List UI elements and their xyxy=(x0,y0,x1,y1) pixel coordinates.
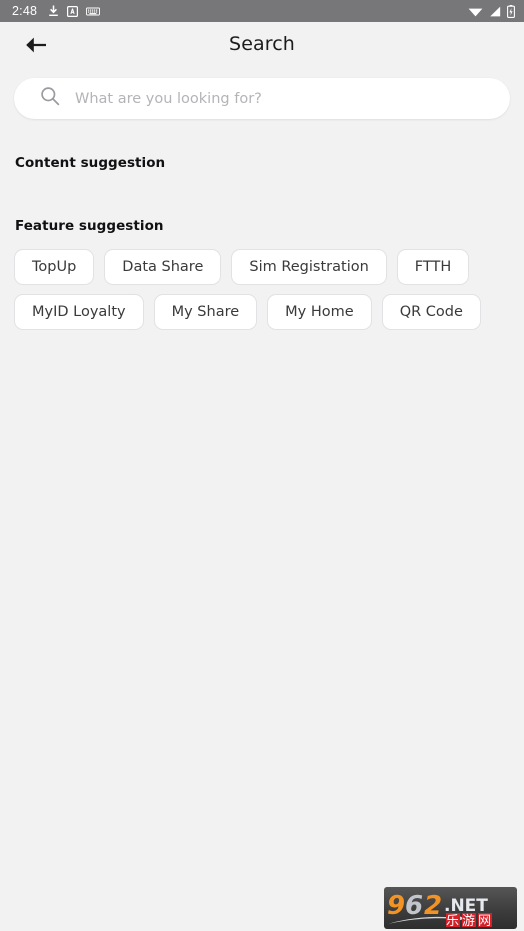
chip-row: TopUp Data Share Sim Registration FTTH xyxy=(14,249,514,285)
app-bar: Search xyxy=(0,22,524,72)
chip-myid-loyalty[interactable]: MyID Loyalty xyxy=(14,294,144,330)
status-left-icon-group xyxy=(48,5,101,17)
search-input[interactable] xyxy=(75,90,475,107)
feature-suggestion-heading: Feature suggestion xyxy=(15,218,164,234)
chip-my-share[interactable]: My Share xyxy=(153,294,258,330)
search-bar[interactable] xyxy=(14,78,510,119)
chip-ftth[interactable]: FTTH xyxy=(396,249,470,285)
watermark-digit-9: 9 xyxy=(387,891,405,921)
search-icon xyxy=(40,86,60,111)
app-screen: 2:48 Search What are you looking for? Co… xyxy=(0,0,524,931)
chip-qr-code[interactable]: QR Code xyxy=(381,294,481,330)
download-icon xyxy=(48,5,59,17)
chip-data-share[interactable]: Data Share xyxy=(104,249,222,285)
translate-a-icon xyxy=(67,5,79,17)
site-watermark: 9 6 2 .NET 乐 游 网 xyxy=(384,887,517,929)
keyboard-icon xyxy=(86,7,101,16)
watermark-chinese: 乐 游 网 xyxy=(446,913,492,929)
watermark-digit-6: 6 xyxy=(405,891,423,921)
battery-charging-icon xyxy=(507,4,515,18)
chip-sim-registration[interactable]: Sim Registration xyxy=(231,249,387,285)
svg-text:网: 网 xyxy=(478,914,491,929)
chip-my-home[interactable]: My Home xyxy=(267,294,372,330)
wifi-icon xyxy=(468,6,483,17)
page-title: Search xyxy=(229,33,295,55)
cellular-signal-icon xyxy=(489,6,501,17)
content-suggestion-heading: Content suggestion xyxy=(15,155,166,171)
feature-suggestion-chips: TopUp Data Share Sim Registration FTTH M… xyxy=(14,249,514,339)
status-right-icon-group xyxy=(468,4,515,18)
status-bar: 2:48 xyxy=(0,0,524,22)
watermark-digit-2: 2 xyxy=(424,891,442,921)
svg-text:游: 游 xyxy=(462,914,475,929)
chip-row: MyID Loyalty My Share My Home QR Code xyxy=(14,294,514,330)
svg-text:乐: 乐 xyxy=(446,914,459,929)
status-clock: 2:48 xyxy=(12,3,38,18)
chip-topup[interactable]: TopUp xyxy=(14,249,95,285)
